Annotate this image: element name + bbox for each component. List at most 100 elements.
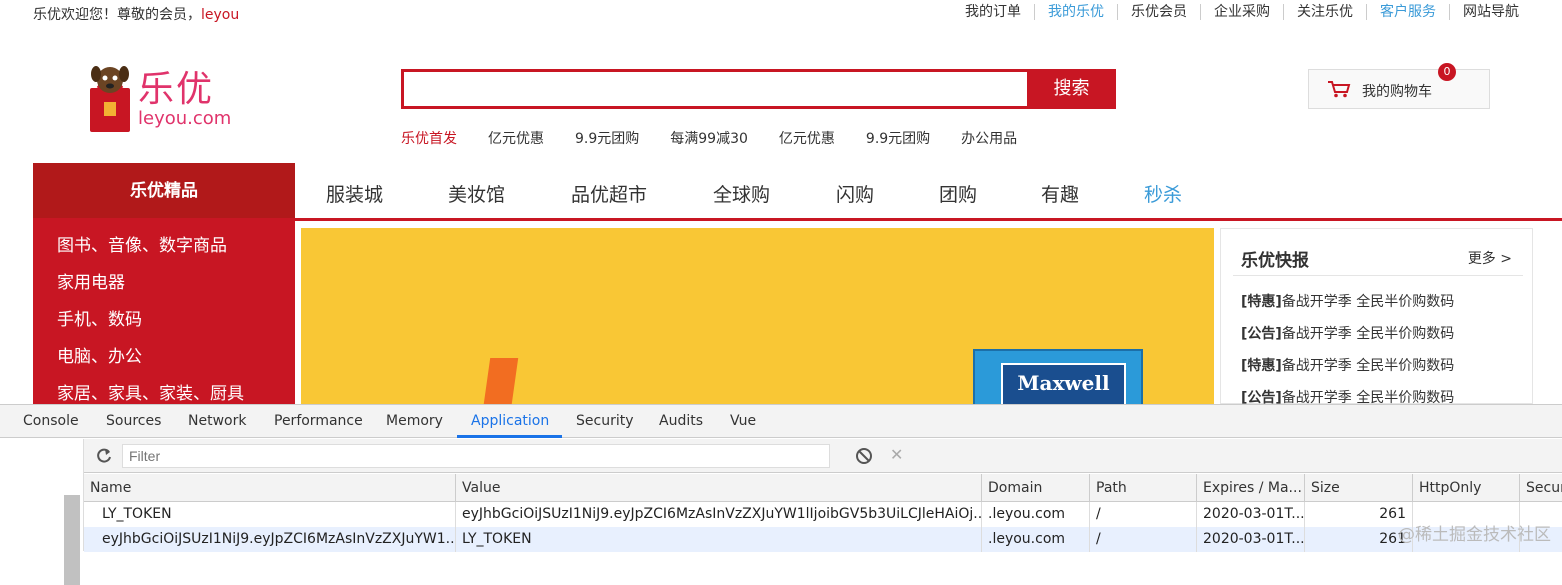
hotword-item[interactable]: 办公用品 [961, 128, 1017, 148]
cell-name: eyJhbGciOiJSUzI1NiJ9.eyJpZCI6MzAsInVzZXJ… [102, 531, 455, 547]
cart-label: 我的购物车 [1362, 84, 1432, 100]
cell-expires: 2020-03-01T... [1196, 502, 1304, 527]
link-my-orders[interactable]: 我的订单 [952, 4, 1034, 20]
news-text: 备战开学季 全民半价购数码 [1281, 358, 1455, 374]
hotword-item[interactable]: 9.9元团购 [866, 128, 930, 148]
hotword-item[interactable]: 乐优首发 [401, 128, 457, 148]
active-tab-indicator [457, 435, 562, 438]
cell-value: LY_TOKEN [455, 527, 981, 552]
nav-item-global[interactable]: 全球购 [713, 180, 770, 207]
cart-button[interactable]: 我的购物车 0 [1308, 63, 1490, 109]
search-button[interactable]: 搜索 [1027, 69, 1116, 109]
col-size[interactable]: Size [1304, 474, 1412, 502]
hotword-item[interactable]: 9.9元团购 [575, 128, 639, 148]
cart-count-badge: 0 [1438, 63, 1456, 81]
cell-expires: 2020-03-01T... [1196, 527, 1304, 552]
col-value[interactable]: Value [455, 474, 981, 502]
logo[interactable]: 乐优 leyou.com [88, 60, 238, 135]
table-row[interactable]: eyJhbGciOiJSUzI1NiJ9.eyJpZCI6MzAsInVzZXJ… [84, 527, 1562, 552]
category-item[interactable]: 手机、数码 [57, 305, 142, 330]
close-icon[interactable]: ✕ [890, 445, 903, 464]
category-item[interactable]: 家用电器 [57, 268, 125, 293]
category-item[interactable]: 电脑、办公 [57, 342, 142, 367]
hotword-item[interactable]: 亿元优惠 [779, 128, 835, 148]
hot-keywords: 乐优首发 亿元优惠 9.9元团购 每满99减30 亿元优惠 9.9元团购 办公用… [401, 128, 1048, 148]
tab-console[interactable]: Console [23, 413, 79, 429]
cell-name: LY_TOKEN [102, 506, 172, 522]
news-more-link[interactable]: 更多 > [1468, 248, 1512, 268]
cell-size: 261 [1304, 527, 1412, 552]
link-my-leyou[interactable]: 我的乐优 [1034, 4, 1117, 20]
product-box-image: Maxwell [973, 349, 1143, 404]
news-item[interactable]: [特惠]备战开学季 全民半价购数码 [1241, 291, 1454, 311]
news-title: 乐优快报 [1241, 251, 1309, 271]
tab-application[interactable]: Application [471, 413, 549, 429]
news-panel: 乐优快报 更多 > [特惠]备战开学季 全民半价购数码 [公告]备战开学季 全民… [1220, 228, 1533, 406]
cell-path: / [1089, 527, 1196, 552]
search-input[interactable] [401, 69, 1028, 109]
nav-item-group[interactable]: 团购 [939, 180, 977, 207]
col-path[interactable]: Path [1089, 474, 1196, 502]
nav-item-fun[interactable]: 有趣 [1041, 180, 1079, 207]
devtools-panel: Console Sources Network Performance Memo… [0, 404, 1562, 585]
watermark: @稀土掘金技术社区 [1398, 525, 1551, 545]
cell-path: / [1089, 502, 1196, 527]
nav-item-beauty[interactable]: 美妆馆 [448, 180, 505, 207]
tab-memory[interactable]: Memory [386, 413, 443, 429]
devtools-tabbar: Console Sources Network Performance Memo… [0, 405, 1562, 438]
link-enterprise[interactable]: 企业采购 [1200, 4, 1283, 20]
tab-audits[interactable]: Audits [659, 413, 703, 429]
link-site-nav[interactable]: 网站导航 [1449, 4, 1532, 20]
nav-item-flash[interactable]: 闪购 [836, 180, 874, 207]
category-list: 图书、音像、数字商品 家用电器 手机、数码 电脑、办公 家居、家具、家装、厨具 [33, 221, 295, 404]
nav-item-supermarket[interactable]: 品优超市 [571, 180, 647, 207]
news-tag: [特惠] [1241, 294, 1282, 310]
link-follow[interactable]: 关注乐优 [1283, 4, 1366, 20]
hotword-item[interactable]: 亿元优惠 [488, 128, 544, 148]
tab-security[interactable]: Security [576, 413, 634, 429]
hotword-item[interactable]: 每满99减30 [670, 128, 748, 148]
product-label: Maxwell [1001, 363, 1126, 404]
refresh-icon[interactable] [95, 447, 113, 465]
tab-network[interactable]: Network [188, 413, 246, 429]
col-expires[interactable]: Expires / Ma... [1196, 474, 1304, 502]
link-membership[interactable]: 乐优会员 [1117, 4, 1200, 20]
category-item[interactable]: 家居、家具、家装、厨具 [57, 379, 244, 404]
banner-graphic [481, 358, 519, 404]
top-bar: 乐优欢迎您！尊敬的会员，leyou 我的订单 我的乐优 乐优会员 企业采购 关注… [0, 0, 1562, 26]
news-tag: [公告] [1241, 326, 1282, 342]
table-row[interactable]: LY_TOKEN eyJhbGciOiJSUzI1NiJ9.eyJpZCI6Mz… [84, 502, 1562, 527]
application-sidebar [0, 439, 84, 585]
col-domain[interactable]: Domain [981, 474, 1089, 502]
col-httponly[interactable]: HttpOnly [1412, 474, 1519, 502]
nav-item-clothing[interactable]: 服装城 [326, 180, 383, 207]
col-secure[interactable]: Secur [1519, 474, 1562, 502]
username-link[interactable]: leyou [201, 7, 239, 23]
link-customer-service[interactable]: 客户服务 [1366, 4, 1449, 20]
cart-icon [1328, 81, 1351, 98]
news-text: 备战开学季 全民半价购数码 [1281, 326, 1455, 342]
nav-item-seckill[interactable]: 秒杀 [1144, 180, 1182, 207]
sidebar-scrollbar[interactable] [64, 495, 80, 585]
welcome-text: 乐优欢迎您！尊敬的会员，leyou [33, 4, 239, 24]
filter-input[interactable] [122, 444, 830, 468]
col-name[interactable]: Name [84, 474, 455, 502]
tab-sources[interactable]: Sources [106, 413, 161, 429]
tab-vue[interactable]: Vue [730, 413, 756, 429]
cell-domain: .leyou.com [981, 502, 1089, 527]
welcome-prefix: 乐优欢迎您！尊敬的会员， [33, 7, 201, 23]
cookie-table: Name Value Domain Path Expires / Ma... S… [84, 474, 1562, 552]
block-icon[interactable] [855, 447, 873, 465]
table-header: Name Value Domain Path Expires / Ma... S… [84, 474, 1562, 502]
logo-domain: leyou.com [138, 108, 232, 129]
cell-size: 261 [1304, 502, 1412, 527]
promo-banner[interactable]: Maxwell [301, 228, 1214, 404]
news-item[interactable]: [公告]备战开学季 全民半价购数码 [1241, 323, 1454, 343]
news-text: 备战开学季 全民半价购数码 [1281, 294, 1455, 310]
mascot-icon [90, 66, 130, 132]
category-menu-title[interactable]: 乐优精品 [33, 163, 295, 220]
tab-performance[interactable]: Performance [274, 413, 363, 429]
news-item[interactable]: [特惠]备战开学季 全民半价购数码 [1241, 355, 1454, 375]
category-item[interactable]: 图书、音像、数字商品 [57, 231, 227, 256]
cell-value: eyJhbGciOiJSUzI1NiJ9.eyJpZCI6MzAsInVzZXJ… [455, 502, 981, 527]
